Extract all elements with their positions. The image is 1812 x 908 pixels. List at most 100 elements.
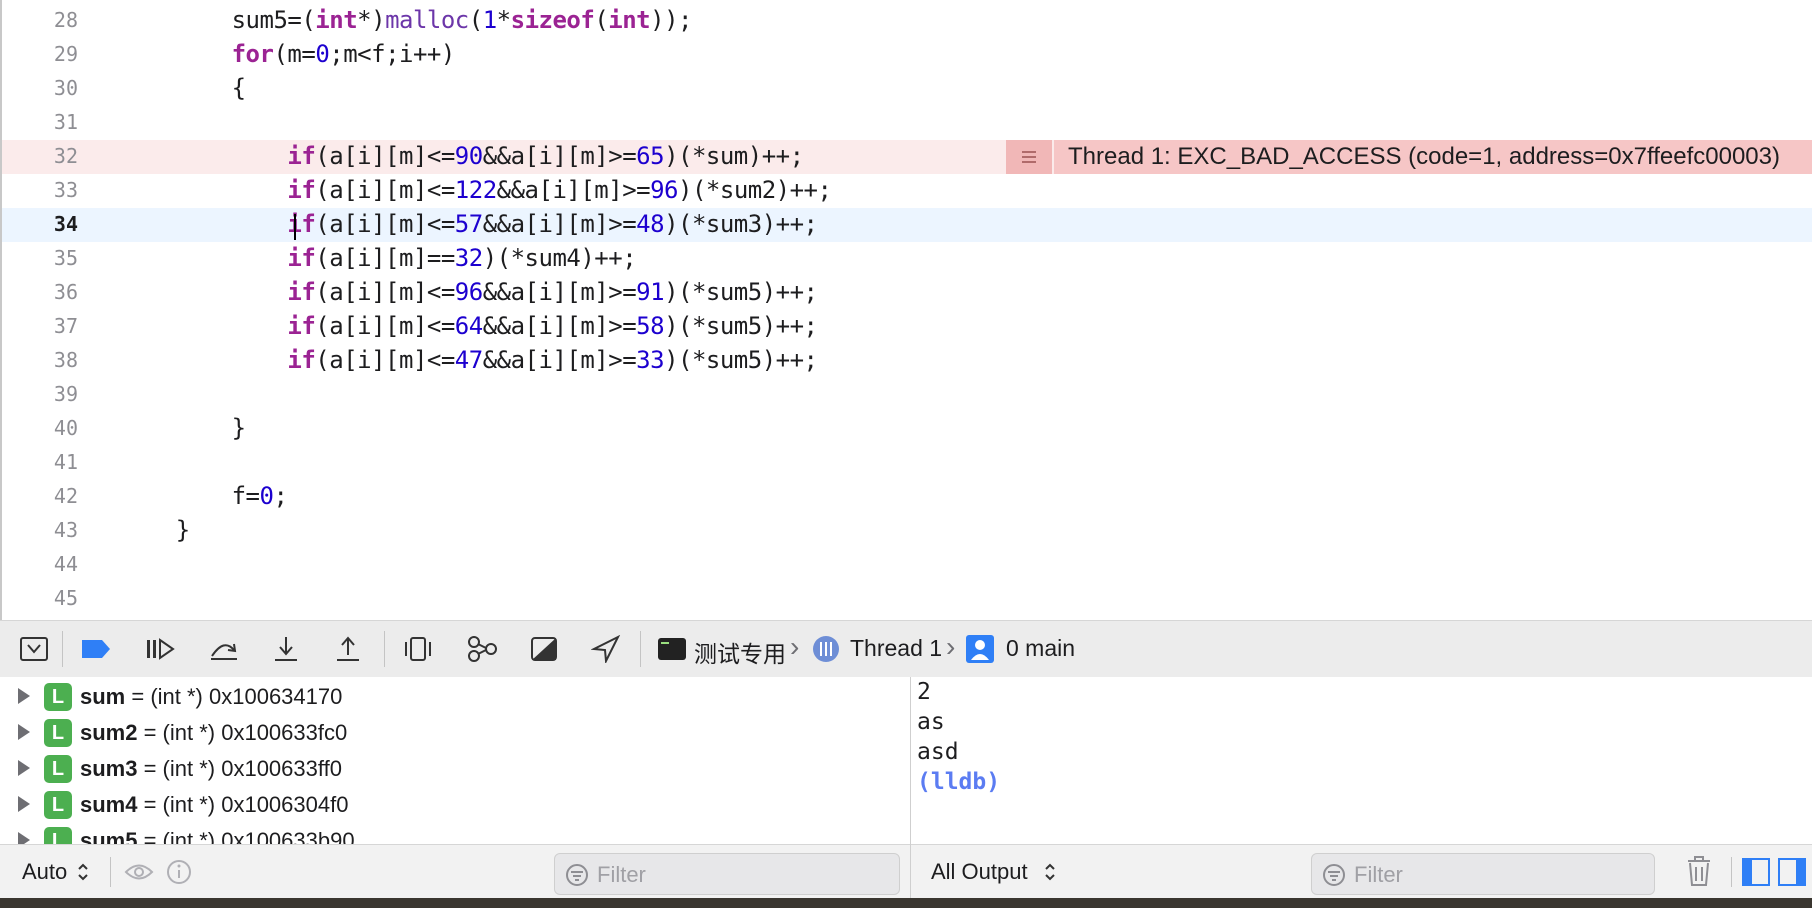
disclosure-triangle-icon[interactable] xyxy=(18,724,30,740)
line-number[interactable]: 39 xyxy=(0,382,78,406)
source-editor[interactable]: 28 sum5=(int*)malloc(1*sizeof(int)); 29 f… xyxy=(0,0,1812,620)
code-line[interactable]: 33 if(a[i][m]<=122&&a[i][m]>=96)(*sum2)+… xyxy=(0,174,1812,208)
code-token: (m= xyxy=(273,40,316,68)
console-line: as xyxy=(917,709,945,735)
code-line[interactable]: 38 if(a[i][m]<=47&&a[i][m]>=33)(*sum5)++… xyxy=(0,344,1812,378)
variable-row[interactable]: Lsum4 = (int *) 0x1006304f0 xyxy=(0,787,910,823)
code-text[interactable]: if(a[i][m]<=57&&a[i][m]>=48)(*sum3)++; xyxy=(120,210,818,240)
line-number[interactable]: 44 xyxy=(0,552,78,576)
code-text[interactable]: f=0; xyxy=(120,482,288,510)
variable-row[interactable]: Lsum = (int *) 0x100634170 xyxy=(0,679,910,715)
code-line[interactable]: 28 sum5=(int*)malloc(1*sizeof(int)); xyxy=(0,4,1812,38)
memory-graph-icon[interactable] xyxy=(464,633,500,665)
line-number[interactable]: 34 xyxy=(0,212,78,236)
disclosure-triangle-icon[interactable] xyxy=(18,796,30,812)
line-number[interactable]: 32 xyxy=(0,144,78,168)
code-text[interactable]: } xyxy=(120,516,190,544)
step-over-icon[interactable] xyxy=(206,633,242,665)
info-icon[interactable] xyxy=(166,859,192,890)
console-output[interactable]: 2 as asd (lldb) xyxy=(911,677,1812,844)
code-line[interactable]: 35 if(a[i][m]==32)(*sum4)++; xyxy=(0,242,1812,276)
line-number[interactable]: 45 xyxy=(0,586,78,610)
line-number[interactable]: 31 xyxy=(0,110,78,134)
breadcrumb-frame[interactable]: 0 main xyxy=(1006,635,1075,662)
code-line[interactable]: 41 xyxy=(0,446,1812,480)
code-text[interactable]: if(a[i][m]<=122&&a[i][m]>=96)(*sum2)++; xyxy=(120,176,832,204)
code-text[interactable]: if(a[i][m]<=90&&a[i][m]>=65)(*sum)++; xyxy=(120,142,804,170)
show-console-view-icon[interactable] xyxy=(1777,857,1807,892)
code-text[interactable]: if(a[i][m]<=64&&a[i][m]>=58)(*sum5)++; xyxy=(120,312,818,340)
variable-row[interactable]: Lsum5 = (int *) 0x100633b90 xyxy=(0,823,910,844)
disclosure-triangle-icon[interactable] xyxy=(18,832,30,844)
code-line[interactable]: 39 xyxy=(0,378,1812,412)
code-token-num: 47 xyxy=(454,346,483,374)
console-filter-field[interactable]: Filter xyxy=(1311,853,1655,895)
breadcrumb-thread[interactable]: Thread 1 xyxy=(850,635,942,662)
code-token-kw: if xyxy=(287,142,316,170)
code-text[interactable]: if(a[i][m]<=96&&a[i][m]>=91)(*sum5)++; xyxy=(120,278,818,306)
disclosure-triangle-icon[interactable] xyxy=(18,688,30,704)
line-number[interactable]: 42 xyxy=(0,484,78,508)
variable-row[interactable]: Lsum3 = (int *) 0x100633ff0 xyxy=(0,751,910,787)
toolbar-separator xyxy=(62,631,63,667)
code-text[interactable]: { xyxy=(120,74,246,102)
trash-icon[interactable] xyxy=(1685,855,1713,892)
step-into-icon[interactable] xyxy=(268,633,304,665)
code-line[interactable]: 43 } xyxy=(0,514,1812,548)
code-token-kw: if xyxy=(287,176,316,204)
code-line[interactable]: 42 f=0; xyxy=(0,480,1812,514)
line-number[interactable]: 29 xyxy=(0,42,78,66)
code-line[interactable]: 36 if(a[i][m]<=96&&a[i][m]>=91)(*sum5)++… xyxy=(0,276,1812,310)
variable-value: = (int *) 0x100634170 xyxy=(125,684,343,709)
scope-popup[interactable]: Auto xyxy=(22,859,67,885)
hide-debug-area-icon[interactable] xyxy=(16,633,52,665)
variables-view[interactable]: Lsum = (int *) 0x100634170 Lsum2 = (int *… xyxy=(0,677,910,844)
line-number[interactable]: 33 xyxy=(0,178,78,202)
step-out-icon[interactable] xyxy=(330,633,366,665)
show-variables-view-icon[interactable] xyxy=(1741,857,1771,892)
error-list-icon[interactable] xyxy=(1006,140,1052,174)
variables-filter-field[interactable]: Filter xyxy=(554,853,900,895)
line-number[interactable]: 40 xyxy=(0,416,78,440)
breadcrumb-target[interactable]: 测试专用 xyxy=(694,635,786,669)
text-cursor xyxy=(294,214,296,240)
code-text[interactable]: } xyxy=(120,414,246,442)
environment-overrides-icon[interactable] xyxy=(526,633,562,665)
line-number[interactable]: 37 xyxy=(0,314,78,338)
line-number[interactable]: 36 xyxy=(0,280,78,304)
line-number[interactable]: 43 xyxy=(0,518,78,542)
view-hierarchy-icon[interactable] xyxy=(400,633,436,665)
code-text[interactable]: sum5=(int*)malloc(1*sizeof(int)); xyxy=(120,6,693,34)
breakpoints-toggle-icon[interactable] xyxy=(78,633,114,665)
error-annotation[interactable]: Thread 1: EXC_BAD_ACCESS (code=1, addres… xyxy=(1006,140,1812,174)
eye-icon[interactable] xyxy=(124,859,154,890)
lldb-prompt[interactable]: (lldb) xyxy=(917,769,1000,795)
code-token: sum5=( xyxy=(120,6,316,34)
code-token-num: 32 xyxy=(454,244,483,272)
disclosure-triangle-icon[interactable] xyxy=(18,760,30,776)
code-token: )(*sum5)++; xyxy=(664,346,818,374)
line-number[interactable]: 38 xyxy=(0,348,78,372)
code-text[interactable]: if(a[i][m]<=47&&a[i][m]>=33)(*sum5)++; xyxy=(120,346,818,374)
terminal-app-icon xyxy=(654,633,690,665)
code-line[interactable]: 31 xyxy=(0,106,1812,140)
code-line[interactable]: 37 if(a[i][m]<=64&&a[i][m]>=58)(*sum5)++… xyxy=(0,310,1812,344)
code-line[interactable]: 40 } xyxy=(0,412,1812,446)
code-line[interactable]: 45 xyxy=(0,582,1812,616)
variable-row[interactable]: Lsum2 = (int *) 0x100633fc0 xyxy=(0,715,910,751)
simulate-location-icon[interactable] xyxy=(588,633,624,665)
line-number[interactable]: 30 xyxy=(0,76,78,100)
line-number[interactable]: 28 xyxy=(0,8,78,32)
output-mode-popup[interactable]: All Output xyxy=(931,859,1028,885)
code-line[interactable]: 30 { xyxy=(0,72,1812,106)
line-number[interactable]: 35 xyxy=(0,246,78,270)
code-token: (a[i][m]<= xyxy=(315,176,455,204)
code-line[interactable]: 34 if(a[i][m]<=57&&a[i][m]>=48)(*sum3)++… xyxy=(0,208,1812,242)
code-text[interactable]: if(a[i][m]==32)(*sum4)++; xyxy=(120,244,636,272)
code-text[interactable]: for(m=0;m<f;i++) xyxy=(120,40,456,68)
code-token: *) xyxy=(357,6,386,34)
code-line[interactable]: 29 for(m=0;m<f;i++) xyxy=(0,38,1812,72)
continue-icon[interactable] xyxy=(142,633,178,665)
code-line[interactable]: 44 xyxy=(0,548,1812,582)
line-number[interactable]: 41 xyxy=(0,450,78,474)
